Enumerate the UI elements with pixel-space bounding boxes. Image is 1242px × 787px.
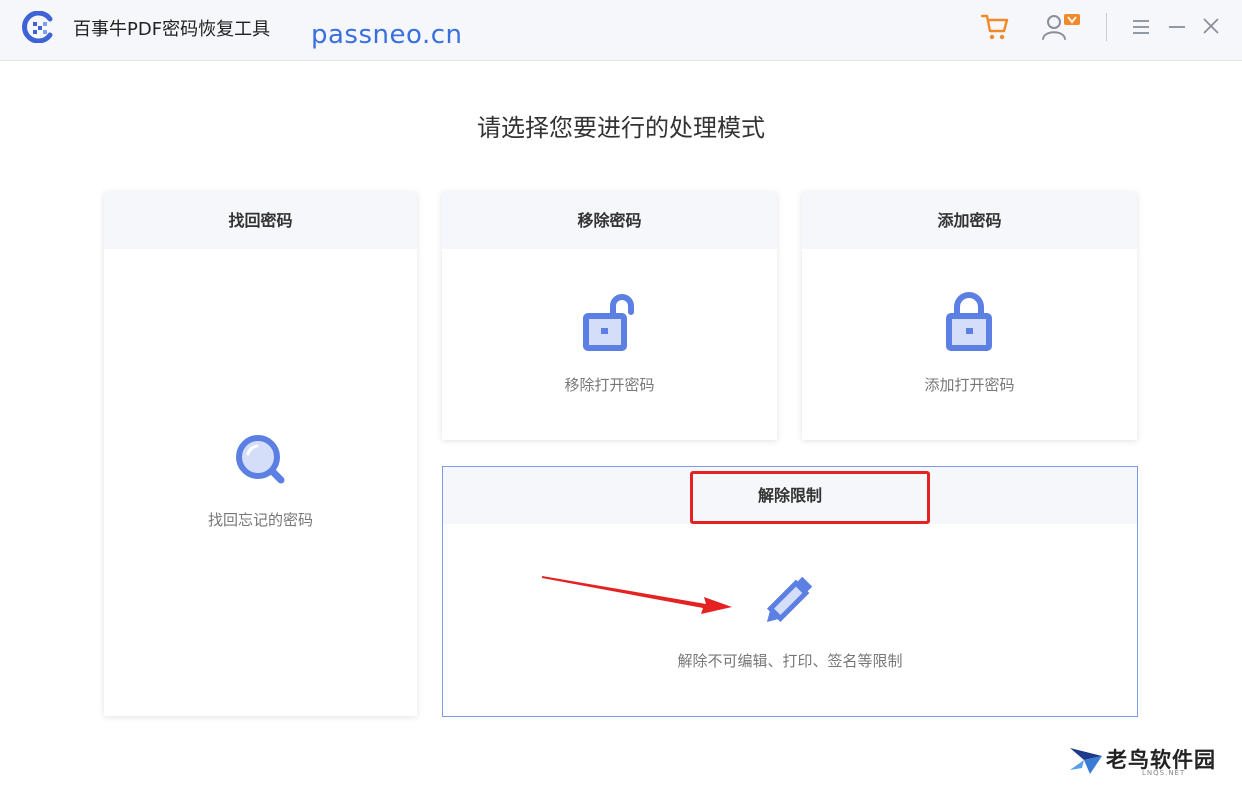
watermark-url: passneo.cn — [311, 20, 463, 50]
title-bar: 百事牛PDF密码恢复工具 passneo.cn — [0, 0, 1242, 61]
red-arrow-annotation — [542, 576, 732, 614]
page-heading: 请选择您要进行的处理模式 — [477, 114, 765, 142]
remove-restrictions-desc: 解除不可编辑、打印、签名等限制 — [677, 652, 903, 670]
app-title: 百事牛PDF密码恢复工具 — [73, 19, 271, 40]
highlight-box — [690, 471, 930, 524]
pencil-icon — [766, 576, 813, 623]
app-logo-icon — [22, 11, 53, 43]
remove-password-card[interactable]: 移除密码 移除打开密码 — [442, 192, 777, 440]
minimize-icon[interactable] — [1166, 16, 1188, 38]
menu-icon[interactable] — [1130, 16, 1152, 38]
find-password-title: 找回密码 — [104, 192, 417, 249]
brand-sub: LNQS.NET — [1142, 769, 1186, 777]
unlocked-padlock-icon — [583, 294, 634, 351]
find-password-card[interactable]: 找回密码 找回忘记的密码 — [104, 192, 417, 716]
close-icon[interactable] — [1200, 15, 1222, 37]
remove-password-title: 移除密码 — [442, 192, 777, 249]
cart-icon[interactable] — [980, 12, 1010, 42]
add-password-title: 添加密码 — [802, 192, 1137, 249]
find-password-desc: 找回忘记的密码 — [207, 511, 313, 529]
titlebar-divider — [1106, 13, 1107, 41]
user-vip-icon[interactable] — [1040, 12, 1082, 42]
remove-password-desc: 移除打开密码 — [564, 376, 655, 394]
add-password-desc: 添加打开密码 — [924, 376, 1015, 394]
add-password-card[interactable]: 添加密码 添加打开密码 — [802, 192, 1137, 440]
magnifier-icon — [236, 435, 285, 484]
padlock-icon — [946, 292, 992, 351]
bird-logo-icon — [1070, 748, 1102, 774]
